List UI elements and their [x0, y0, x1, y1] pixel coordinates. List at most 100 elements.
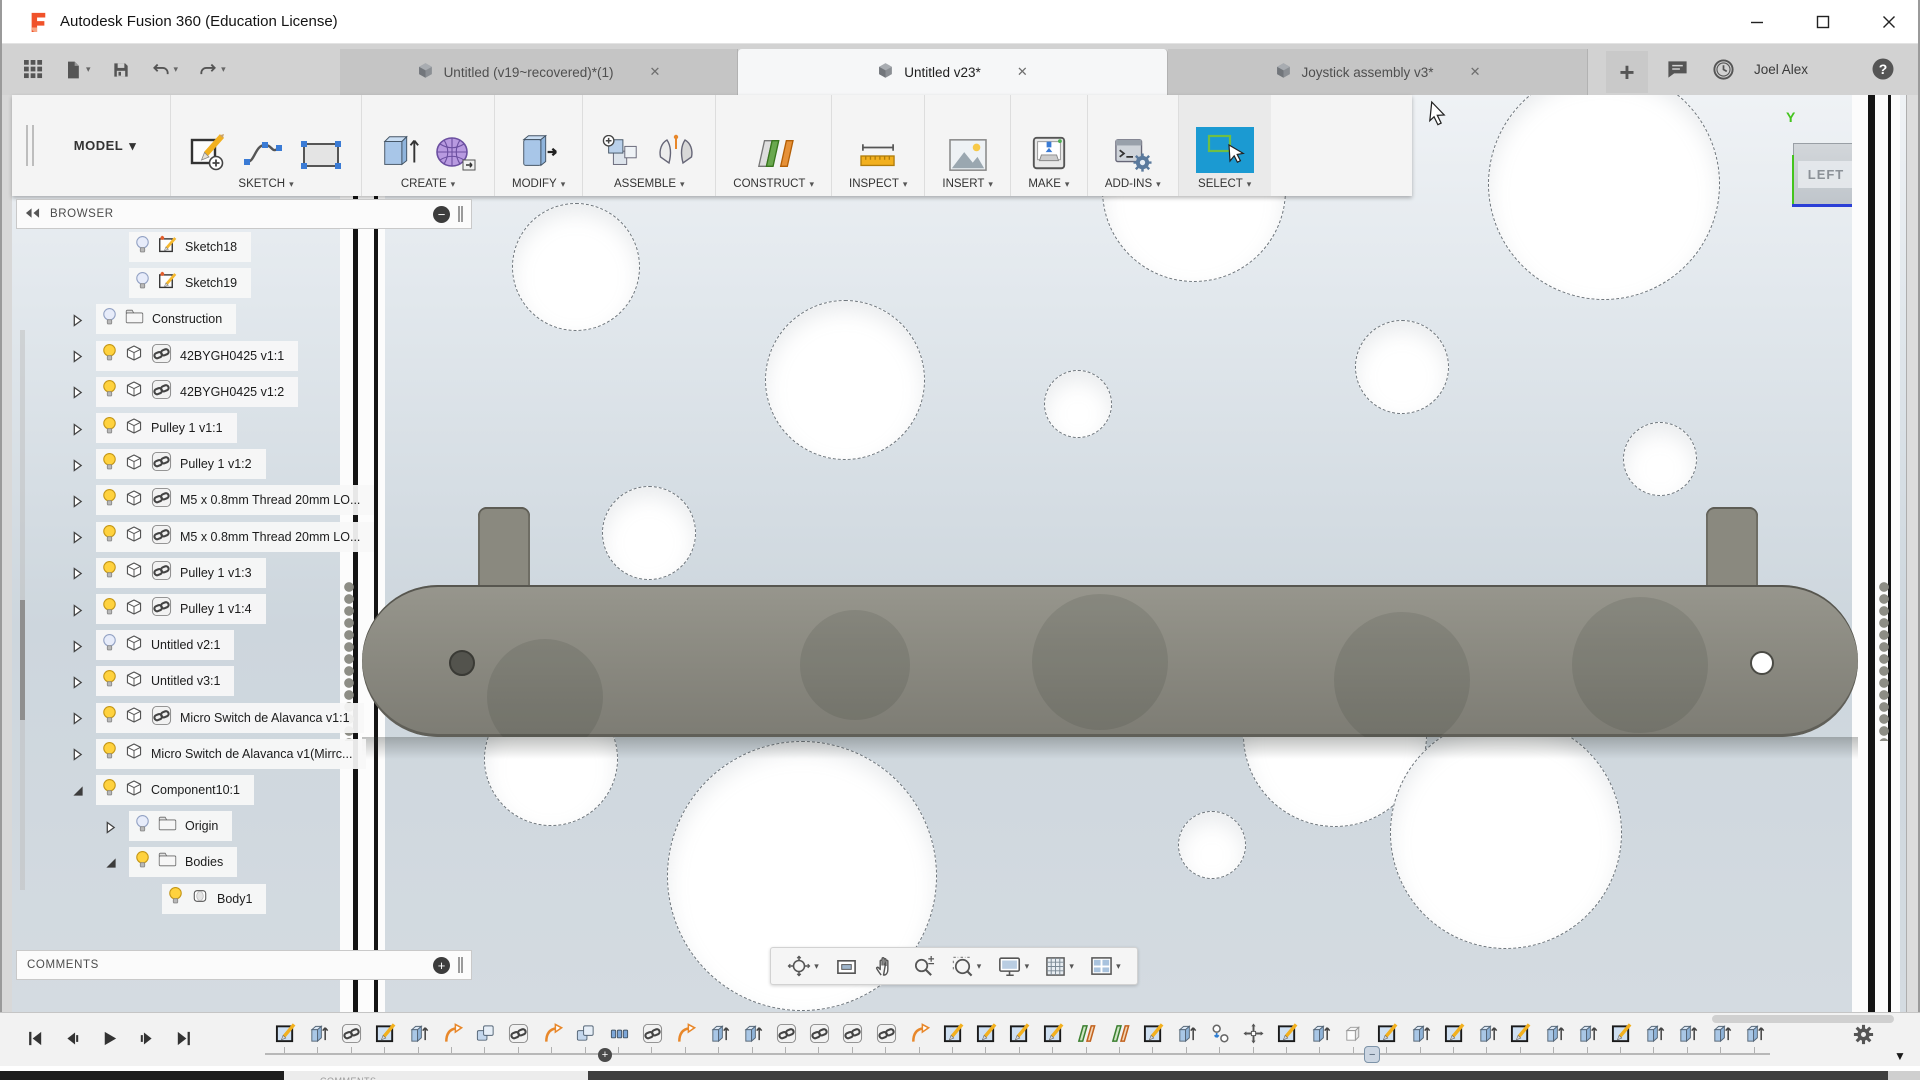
plane-icon[interactable] — [753, 135, 795, 173]
gantry-bar-mount-tab[interactable] — [1706, 507, 1758, 589]
hole-circle[interactable] — [602, 486, 696, 580]
ribbon-group-label[interactable]: ADD-INS▾ — [1105, 178, 1161, 190]
visibility-bulb-icon[interactable] — [168, 886, 183, 911]
browser-row[interactable]: 42BYGH0425 v1:1 — [96, 341, 298, 371]
timeline-feature-extrude-icon[interactable] — [1474, 1020, 1500, 1046]
close-tab-icon[interactable]: ✕ — [1017, 64, 1028, 80]
timeline-feature-sketch-icon[interactable] — [372, 1020, 398, 1046]
timeline-scrubber-track[interactable] — [265, 1053, 1770, 1055]
hole-circle[interactable] — [1044, 370, 1112, 438]
app-grid-icon[interactable] — [18, 56, 49, 83]
timeline-feature-joint-icon[interactable] — [673, 1020, 699, 1046]
hole-circle[interactable] — [1623, 422, 1697, 496]
document-tab[interactable]: Untitled v23*✕ — [738, 49, 1168, 95]
expander-collapsed-icon[interactable] — [72, 638, 88, 654]
panel-grip-icon[interactable] — [458, 206, 463, 222]
orbit-icon[interactable]: ▾ — [787, 955, 819, 977]
timeline-feature-extrude-icon[interactable] — [740, 1020, 766, 1046]
visibility-bulb-icon[interactable] — [135, 235, 150, 260]
panel-grip-icon[interactable] — [458, 957, 463, 973]
browser-row[interactable]: Component10:1 — [96, 775, 254, 805]
timeline-feature-extrude-icon[interactable] — [305, 1020, 331, 1046]
hide-panel-icon[interactable]: − — [433, 206, 450, 223]
visibility-bulb-icon[interactable] — [102, 452, 117, 477]
look-at-icon[interactable] — [835, 956, 858, 977]
timeline-feature-sketch-icon[interactable] — [1007, 1020, 1033, 1046]
browser-row[interactable]: Micro Switch de Alavanca v1(Mirrc... — [96, 739, 366, 769]
browser-row[interactable]: Sketch19 — [129, 268, 251, 298]
rectangle-icon[interactable] — [298, 137, 344, 173]
timeline-feature-sketch-icon[interactable] — [973, 1020, 999, 1046]
timeline-feature-plane-icon[interactable] — [1107, 1020, 1133, 1046]
select-icon[interactable] — [1196, 127, 1254, 173]
timeline-feature-sketch-icon[interactable] — [272, 1020, 298, 1046]
hole-circle[interactable] — [1488, 95, 1720, 300]
save-icon[interactable] — [105, 56, 137, 84]
skip-to-end-icon[interactable] — [170, 1025, 196, 1051]
browser-row[interactable]: Micro Switch de Alavanca v1:1 — [96, 703, 364, 733]
zoom-icon[interactable] — [912, 955, 935, 978]
visibility-bulb-icon[interactable] — [102, 307, 117, 332]
document-tab[interactable]: Joystick assembly v3*✕ — [1168, 49, 1588, 95]
browser-row[interactable]: Origin — [129, 811, 232, 841]
viewports-icon[interactable]: ▾ — [1090, 956, 1121, 977]
print-3d-icon[interactable] — [1028, 135, 1070, 173]
timeline-group-expand-icon[interactable]: + — [598, 1048, 612, 1062]
visibility-bulb-icon[interactable] — [135, 850, 150, 875]
window-zoom-icon[interactable]: ▾ — [951, 955, 982, 978]
timeline-feature-link-icon[interactable] — [873, 1020, 899, 1046]
timeline-feature-joint-icon[interactable] — [539, 1020, 565, 1046]
comments-panel-icon[interactable] — [1660, 54, 1694, 84]
timeline-feature-joint-icon[interactable] — [907, 1020, 933, 1046]
hole-circle[interactable] — [512, 203, 640, 331]
pan-icon[interactable] — [874, 955, 895, 978]
timeline-feature-link-icon[interactable] — [840, 1020, 866, 1046]
skip-to-start-icon[interactable] — [22, 1025, 48, 1051]
close-tab-icon[interactable]: ✕ — [1470, 64, 1481, 80]
timeline-feature-rigid-group-icon[interactable] — [606, 1020, 632, 1046]
timeline-feature-move-icon[interactable] — [1241, 1020, 1267, 1046]
create-sketch-icon[interactable] — [188, 133, 228, 173]
browser-row[interactable]: Pulley 1 v1:1 — [96, 413, 237, 443]
help-icon[interactable]: ? — [1866, 54, 1900, 84]
expander-collapsed-icon[interactable] — [72, 747, 88, 763]
browser-row[interactable]: M5 x 0.8mm Thread 20mm LO... — [96, 522, 374, 552]
extrude-icon[interactable] — [379, 131, 421, 173]
timeline-feature-sketch-icon[interactable] — [1608, 1020, 1634, 1046]
pin-hole[interactable] — [449, 650, 475, 676]
expander-collapsed-icon[interactable] — [72, 674, 88, 690]
expander-expanded-icon[interactable] — [105, 855, 121, 871]
browser-row[interactable]: Untitled v2:1 — [96, 630, 234, 660]
timeline-feature-joint-icon[interactable] — [439, 1020, 465, 1046]
visibility-bulb-icon[interactable] — [102, 597, 117, 622]
spline-icon[interactable] — [240, 133, 286, 173]
browser-row[interactable]: Bodies — [129, 847, 237, 877]
gantry-bar-mount-tab[interactable] — [478, 507, 530, 589]
browser-row[interactable]: Pulley 1 v1:3 — [96, 558, 266, 588]
timeline-feature-extrude-icon[interactable] — [706, 1020, 732, 1046]
expander-collapsed-icon[interactable] — [72, 349, 88, 365]
document-tab[interactable]: Untitled (v19~recovered)*(1)✕ — [340, 49, 738, 95]
close-tab-icon[interactable]: ✕ — [650, 64, 661, 80]
user-account-button[interactable]: Joel Alex — [1754, 44, 1808, 95]
ribbon-group-label[interactable]: INSERT▾ — [942, 178, 993, 190]
browser-panel-header[interactable]: BROWSER − — [16, 199, 472, 229]
timeline-feature-sketch-icon[interactable] — [1374, 1020, 1400, 1046]
timeline-feature-extrude-icon[interactable] — [406, 1020, 432, 1046]
timeline-feature-link-icon[interactable] — [639, 1020, 665, 1046]
visibility-bulb-icon[interactable] — [102, 705, 117, 730]
expander-collapsed-icon[interactable] — [72, 566, 88, 582]
ribbon-grip[interactable] — [26, 125, 34, 166]
browser-row[interactable]: Pulley 1 v1:2 — [96, 449, 266, 479]
visibility-bulb-icon[interactable] — [102, 669, 117, 694]
timeline-feature-replace-icon[interactable] — [1207, 1020, 1233, 1046]
timeline-feature-extrude-icon[interactable] — [1408, 1020, 1434, 1046]
view-cube-face-label[interactable]: LEFT — [1798, 161, 1855, 188]
ribbon-group-label[interactable]: ASSEMBLE▾ — [614, 178, 685, 190]
timeline-feature-extrude-icon[interactable] — [1708, 1020, 1734, 1046]
timeline-feature-extrude-icon[interactable] — [1675, 1020, 1701, 1046]
hole-circle[interactable] — [1355, 320, 1449, 414]
timeline-settings-gear-icon[interactable] — [1852, 1023, 1875, 1051]
timeline-feature-extrude-icon[interactable] — [1541, 1020, 1567, 1046]
display-settings-icon[interactable]: ▾ — [998, 956, 1030, 977]
